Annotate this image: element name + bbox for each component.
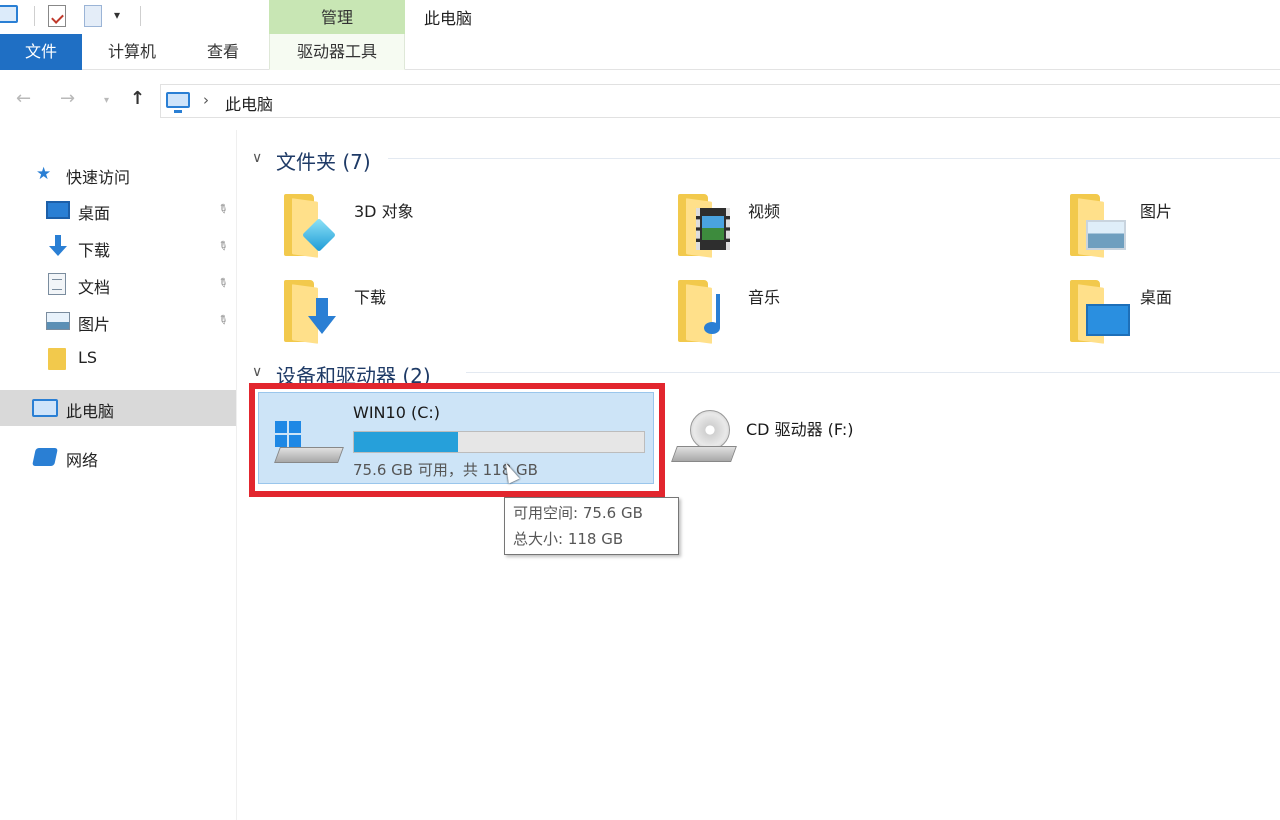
ribbon-tabs: 文件 计算机 查看 驱动器工具 — [0, 34, 1280, 70]
desktop-icon — [46, 201, 70, 219]
tab-file[interactable]: 文件 — [0, 34, 82, 70]
pin-icon[interactable]: ✎ — [215, 200, 231, 217]
sidebar-item-label: 此电脑 — [66, 402, 115, 421]
sidebar-item-this-pc[interactable]: 此电脑 — [0, 390, 236, 426]
tab-computer[interactable]: 计算机 — [92, 34, 172, 70]
sidebar-item-label: 文档 — [78, 278, 111, 297]
this-pc-icon — [32, 399, 58, 417]
group-title: 文件夹 (7) — [276, 150, 371, 174]
breadcrumb-this-pc[interactable]: 此电脑 — [225, 91, 273, 115]
sidebar-item-documents[interactable]: 文档 ✎ — [0, 266, 236, 302]
music-folder-icon — [678, 280, 722, 344]
new-folder-icon[interactable] — [84, 5, 102, 27]
folder-tile-3d-objects[interactable]: 3D 对象 — [280, 192, 660, 270]
window-title: 此电脑 — [424, 9, 473, 28]
cd-drive-icon[interactable] — [670, 410, 737, 474]
sidebar-item-ls[interactable]: LS — [0, 340, 236, 376]
sidebar-item-pictures[interactable]: 图片 ✎ — [0, 303, 236, 339]
downloads-folder-icon — [284, 280, 336, 344]
group-divider — [466, 372, 1280, 373]
sidebar-item-label: 桌面 — [78, 204, 111, 223]
sidebar-item-label: LS — [78, 348, 98, 367]
folder-label: 视频 — [748, 202, 781, 221]
folder-label: 桌面 — [1140, 288, 1173, 307]
up-arrow-icon[interactable]: ↑ — [130, 88, 145, 109]
folder-label: 3D 对象 — [354, 202, 414, 221]
tab-view[interactable]: 查看 — [190, 34, 256, 70]
videos-folder-icon — [678, 194, 730, 258]
star-icon: ★ — [36, 164, 52, 184]
pin-icon[interactable]: ✎ — [215, 311, 231, 328]
3d-objects-folder-icon — [284, 194, 336, 258]
document-icon — [48, 273, 66, 295]
sidebar-item-desktop[interactable]: 桌面 ✎ — [0, 192, 236, 228]
highlight-box — [249, 383, 665, 497]
drive-tooltip: 可用空间: 75.6 GB 总大小: 118 GB — [504, 497, 679, 555]
sidebar-item-label: 下载 — [78, 241, 111, 260]
tab-drive-tools[interactable]: 驱动器工具 — [269, 34, 405, 70]
pin-icon[interactable]: ✎ — [215, 237, 231, 254]
toolbar-divider — [140, 6, 141, 26]
navigation-pane: ★ 快速访问 桌面 ✎ 下载 ✎ 文档 ✎ 图片 ✎ LS 此电脑 网络 — [0, 150, 236, 820]
properties-icon[interactable] — [48, 5, 66, 27]
pictures-icon — [46, 312, 70, 330]
breadcrumb-chevron-icon[interactable]: › — [203, 91, 209, 109]
folder-tile-downloads[interactable]: 下载 — [280, 278, 660, 356]
sidebar-item-label: 网络 — [66, 451, 99, 470]
group-divider — [388, 158, 1280, 159]
sidebar-item-label: 快速访问 — [66, 168, 131, 187]
customize-toolbar-chevron-icon[interactable]: ▾ — [114, 8, 120, 22]
tooltip-free-space: 可用空间: 75.6 GB — [513, 504, 643, 522]
quick-access-toolbar: ▾ — [0, 0, 270, 34]
pin-icon[interactable]: ✎ — [215, 274, 231, 291]
address-bar[interactable]: › 此电脑 — [160, 84, 1280, 118]
folder-tile-pictures[interactable]: 图片 — [1066, 192, 1280, 270]
recent-locations-chevron-icon[interactable]: ▾ — [104, 95, 109, 106]
tooltip-total-size: 总大小: 118 GB — [513, 530, 624, 548]
folder-tile-desktop[interactable]: 桌面 — [1066, 278, 1280, 356]
folder-label: 音乐 — [748, 288, 781, 307]
sidebar-item-quick-access[interactable]: ★ 快速访问 — [0, 156, 236, 192]
folders-group-header[interactable]: ∨ 文件夹 (7) — [252, 150, 1280, 176]
navigation-bar: ← → ▾ ↑ › 此电脑 — [0, 84, 1280, 118]
this-pc-icon — [0, 5, 18, 23]
sidebar-item-downloads[interactable]: 下载 ✎ — [0, 229, 236, 265]
desktop-folder-icon — [1070, 280, 1130, 344]
network-icon — [32, 448, 58, 466]
folder-tile-music[interactable]: 音乐 — [674, 278, 1054, 356]
collapse-chevron-icon[interactable]: ∨ — [252, 150, 262, 166]
pane-divider[interactable] — [236, 130, 237, 820]
download-arrow-icon — [48, 235, 68, 257]
context-group-label[interactable]: 管理 — [269, 4, 405, 28]
toolbar-divider — [34, 6, 35, 26]
back-arrow-icon[interactable]: ← — [16, 88, 31, 109]
folder-label: 图片 — [1140, 202, 1173, 221]
pictures-folder-icon — [1070, 194, 1126, 258]
forward-arrow-icon[interactable]: → — [60, 88, 75, 109]
folder-icon — [48, 348, 66, 370]
folder-tile-videos[interactable]: 视频 — [674, 192, 1054, 270]
drive-name[interactable]: CD 驱动器 (F:) — [746, 416, 854, 440]
folder-label: 下载 — [354, 288, 387, 307]
sidebar-item-label: 图片 — [78, 315, 111, 334]
collapse-chevron-icon[interactable]: ∨ — [252, 364, 262, 380]
this-pc-icon — [166, 92, 190, 113]
sidebar-item-network[interactable]: 网络 — [0, 439, 236, 475]
